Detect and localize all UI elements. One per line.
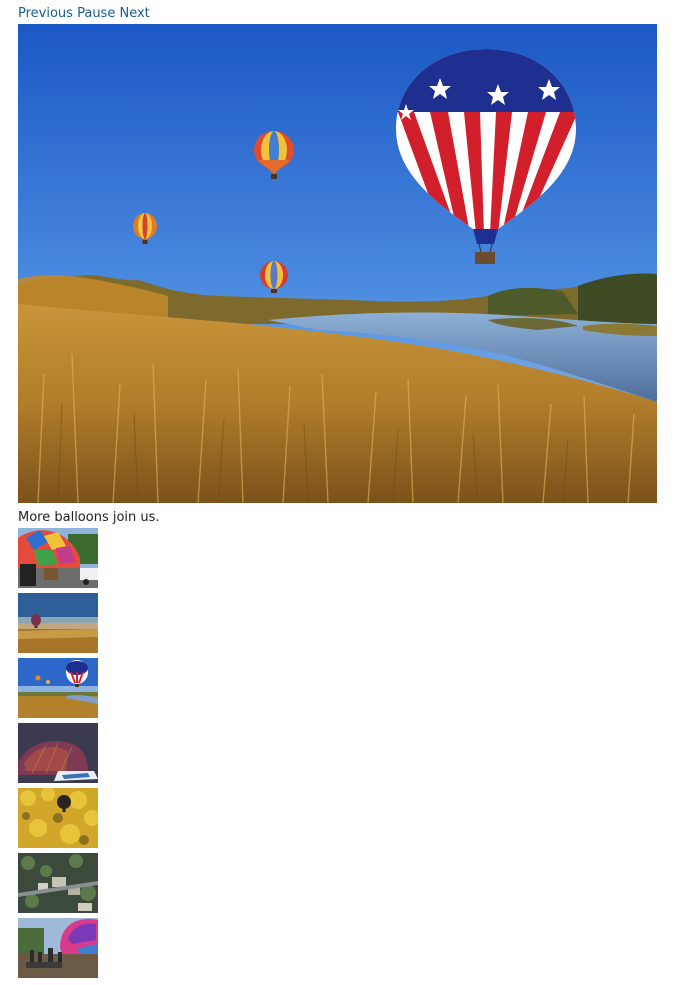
next-link[interactable]: Next: [119, 6, 149, 21]
slideshow-controls: Previous Pause Next: [18, 6, 150, 22]
thumbnail-5[interactable]: [18, 788, 98, 848]
thumbnail-1[interactable]: [18, 528, 98, 588]
thumbnail-3[interactable]: [18, 658, 98, 718]
balloon-river-thumbnail-icon: [18, 658, 98, 718]
thumbnail-2[interactable]: [18, 593, 98, 653]
previous-link[interactable]: Previous: [18, 6, 73, 21]
thumbnail-4[interactable]: [18, 723, 98, 783]
thumbnail-6[interactable]: [18, 853, 98, 913]
balloon-envelope-closeup-thumbnail-icon: [18, 723, 98, 783]
balloon-sunrise-field-thumbnail-icon: [18, 593, 98, 653]
balloon-crowd-thumbnail-icon: [18, 918, 98, 978]
balloon-inflation-thumbnail-icon: [18, 528, 98, 588]
main-slide-image: [18, 24, 657, 503]
aerial-neighborhood-thumbnail-icon: [18, 853, 98, 913]
hot-air-balloons-over-river-photo: [18, 24, 657, 503]
pause-link[interactable]: Pause: [77, 6, 115, 21]
thumbnail-strip: [18, 528, 98, 983]
slide-caption: More balloons join us.: [18, 510, 160, 525]
balloon-over-yellow-trees-thumbnail-icon: [18, 788, 98, 848]
thumbnail-7[interactable]: [18, 918, 98, 978]
